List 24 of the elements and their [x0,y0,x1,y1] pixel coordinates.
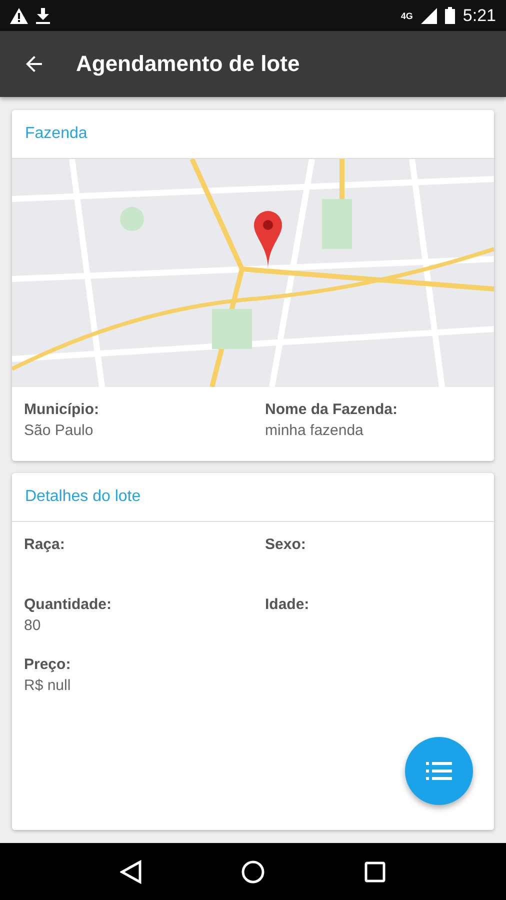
list-icon [426,762,452,780]
field-label: Idade: [265,596,310,614]
field-value: minha fazenda [265,422,364,440]
battery-icon [444,7,455,24]
screen-title: Agendamento de lote [76,51,300,78]
home-nav-button[interactable] [240,860,265,884]
signal-icon [420,8,437,24]
clock: 5:21 [462,6,496,26]
field-label: Município: [24,401,100,418]
field-label: Quantidade: [24,596,113,614]
field-label: Nome da Fazenda: [265,401,399,418]
field-value: R$ null [24,677,72,694]
network-label: 4G [400,10,413,21]
card-title: Detalhes do lote [25,488,141,506]
field-label: Sexo: [265,536,307,554]
download-icon [36,8,50,24]
card-title: Fazenda [25,125,88,144]
field-value: 80 [24,617,42,634]
field-label: Raça: [24,536,66,554]
recents-nav-button[interactable] [364,860,386,883]
field-label: Preço: [24,656,72,674]
warning-icon [10,8,28,24]
field-value: São Paulo [24,422,94,440]
back-nav-button[interactable] [120,860,142,884]
